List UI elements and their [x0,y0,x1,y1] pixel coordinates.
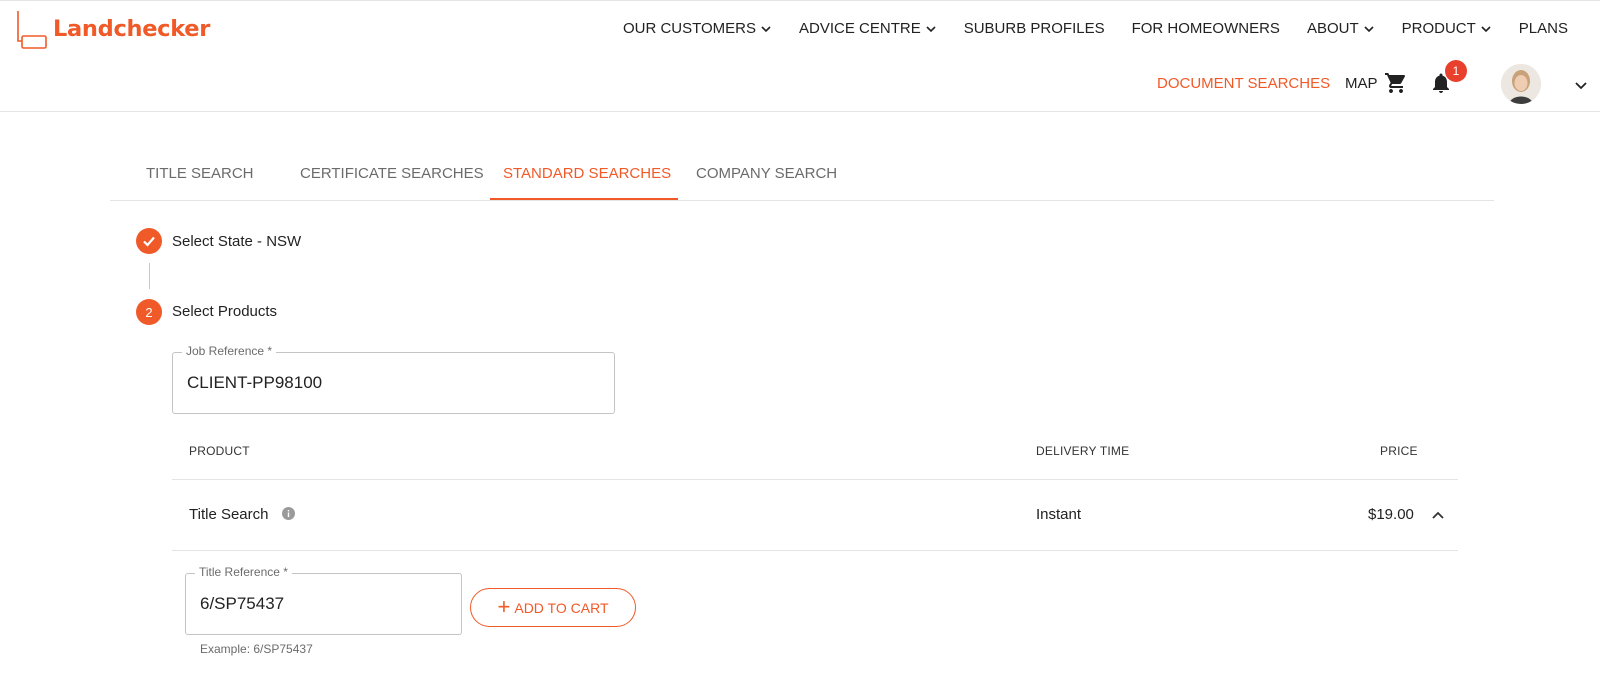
map-link[interactable]: MAP [1345,75,1378,92]
nav-label: OUR CUSTOMERS [622,20,757,37]
title-reference-label: Title Reference * [195,565,292,579]
nav-advice-centre[interactable]: ADVICE CENTRE [799,20,937,37]
nav-product[interactable]: PRODUCT [1402,20,1492,37]
notification-badge: 1 [1445,60,1467,82]
tab-standard-searches[interactable]: STANDARD SEARCHES [503,165,671,182]
step-connector [149,263,150,289]
title-reference-field[interactable]: Title Reference * 6/SP75437 [185,565,462,635]
chevron-down-icon [1364,25,1374,32]
nav-plans[interactable]: PLANS [1519,20,1568,37]
nav-our-customers[interactable]: OUR CUSTOMERS [623,20,772,37]
add-to-cart-label: ADD TO CART [514,599,609,616]
step-2-label: Select Products [172,303,278,320]
secondary-nav: DOCUMENT SEARCHES MAP 1 [1100,60,1600,105]
info-icon[interactable] [282,507,295,520]
title-reference-value[interactable]: 6/SP75437 [200,594,284,614]
search-type-tabs: TITLE SEARCH CERTIFICATE SEARCHES STANDA… [110,150,1494,201]
table-divider [172,550,1458,551]
step-1-label: Select State - NSW [172,233,302,250]
price: $19.00 [1368,506,1414,523]
job-reference-value[interactable]: CLIENT-PP98100 [187,373,322,393]
title-reference-helper: Example: 6/SP75437 [200,642,313,656]
product-name: Title Search [189,506,269,523]
add-to-cart-button[interactable]: + ADD TO CART [470,588,636,627]
tab-certificate-searches[interactable]: CERTIFICATE SEARCHES [300,165,484,182]
nav-label: ADVICE CENTRE [799,20,921,37]
landchecker-logo[interactable]: Landchecker [16,10,210,50]
chevron-down-icon [761,25,771,32]
active-tab-indicator [490,198,678,200]
job-reference-label: Job Reference * [182,344,277,358]
tab-title-search[interactable]: TITLE SEARCH [146,165,254,182]
chevron-down-icon [926,25,936,32]
cart-icon[interactable] [1384,71,1408,95]
nav-about[interactable]: ABOUT [1307,20,1375,37]
document-searches-link[interactable]: DOCUMENT SEARCHES [1157,75,1330,92]
delivery-time: Instant [1036,506,1082,523]
nav-label: SUBURB PROFILES [963,20,1105,37]
nav-label: PRODUCT [1401,20,1476,37]
table-divider [172,479,1458,480]
chevron-up-icon[interactable] [1430,507,1446,523]
avatar[interactable] [1501,64,1541,104]
column-header-price: PRICE [1380,444,1418,458]
nav-label: PLANS [1518,20,1568,37]
chevron-down-icon[interactable] [1574,78,1588,92]
tab-company-search[interactable]: COMPANY SEARCH [696,165,837,182]
user-photo-icon [1501,64,1541,104]
logo-icon [17,11,47,49]
column-header-delivery-time: DELIVERY TIME [1036,444,1130,458]
step-number: 2 [136,299,162,325]
step-complete-check-icon [136,228,162,254]
nav-suburb-profiles[interactable]: SUBURB PROFILES [964,20,1105,37]
job-reference-field[interactable]: Job Reference * CLIENT-PP98100 [172,344,615,414]
nav-label: ABOUT [1306,20,1359,37]
chevron-down-icon [1481,25,1491,32]
primary-nav: OUR CUSTOMERS ADVICE CENTRE SUBURB PROFI… [596,20,1568,37]
nav-for-homeowners[interactable]: FOR HOMEOWNERS [1132,20,1280,37]
site-header: Landchecker OUR CUSTOMERS ADVICE CENTRE … [0,0,1600,112]
column-header-product: PRODUCT [189,444,250,458]
nav-label: FOR HOMEOWNERS [1131,20,1280,37]
plus-icon: + [497,593,511,619]
brand-name: Landchecker [53,16,211,42]
